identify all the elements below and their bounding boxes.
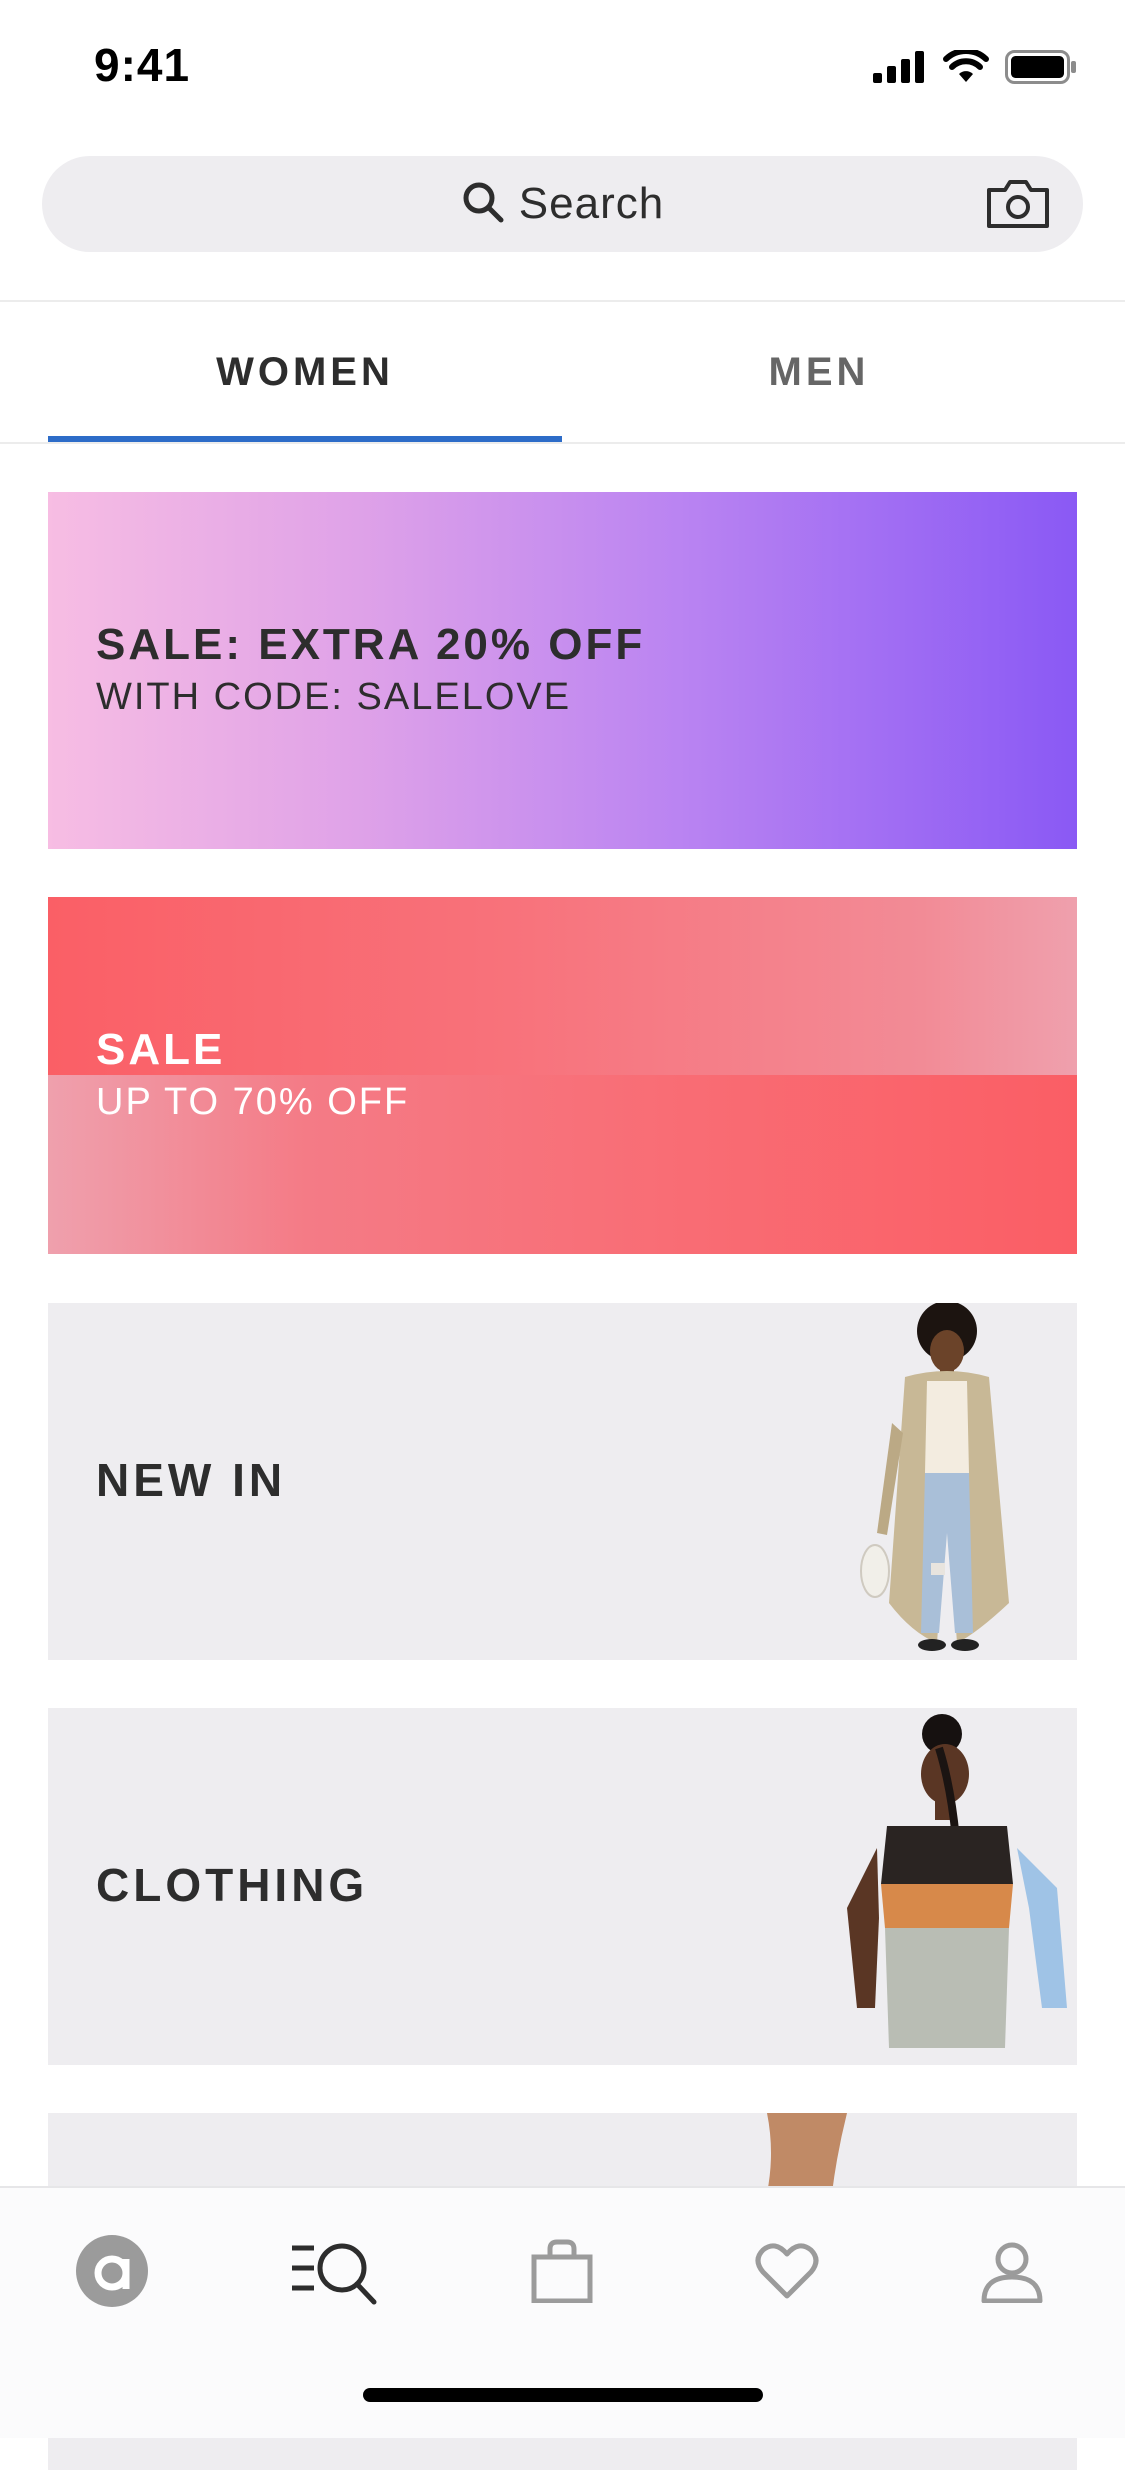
camera-search-icon[interactable] [985, 178, 1051, 235]
bag-icon [530, 2239, 594, 2308]
search-bar[interactable]: Search [42, 156, 1083, 252]
browse-icon [290, 2236, 380, 2311]
divider [0, 442, 1125, 444]
battery-icon [1005, 50, 1077, 89]
banner-title: SALE: EXTRA 20% OFF [96, 620, 646, 669]
search-placeholder: Search [518, 179, 665, 228]
nav-bag-button[interactable] [517, 2228, 607, 2318]
wifi-icon [943, 48, 989, 89]
banner-title: SALE [96, 1025, 226, 1074]
search-field[interactable]: Search [42, 156, 1083, 252]
banner-subtitle: WITH CODE: SALELOVE [96, 676, 572, 718]
status-bar: 9:41 [0, 0, 1125, 140]
heart-icon [755, 2242, 819, 2305]
model-photo-top [847, 1714, 1067, 2048]
nav-account-button[interactable] [967, 2228, 1057, 2318]
gender-tabs: WOMEN MEN [0, 302, 1125, 442]
tab-women[interactable]: WOMEN [48, 302, 562, 442]
status-icons [873, 48, 1077, 89]
cellular-signal-icon [873, 51, 927, 88]
promo-banner-sale[interactable]: SALE UP TO 70% OFF [48, 897, 1077, 1254]
status-time: 9:41 [94, 39, 191, 91]
account-icon [980, 2239, 1044, 2308]
category-label: NEW IN [96, 1454, 287, 1506]
nav-browse-button[interactable] [290, 2228, 380, 2318]
category-tile-clothing[interactable]: CLOTHING [48, 1708, 1077, 2065]
search-icon [461, 180, 505, 229]
home-icon [74, 2233, 150, 2314]
home-indicator[interactable] [363, 2388, 763, 2402]
nav-home-button[interactable] [67, 2228, 157, 2318]
tab-men[interactable]: MEN [562, 302, 1076, 442]
banner-subtitle: UP TO 70% OFF [96, 1081, 410, 1123]
nav-saved-button[interactable] [742, 2228, 832, 2318]
promo-banner-code[interactable]: SALE: EXTRA 20% OFF WITH CODE: SALELOVE [48, 492, 1077, 849]
model-photo-coat [860, 1303, 1009, 1651]
category-tile-new-in[interactable]: NEW IN [48, 1303, 1077, 1660]
category-label: CLOTHING [96, 1859, 369, 1911]
